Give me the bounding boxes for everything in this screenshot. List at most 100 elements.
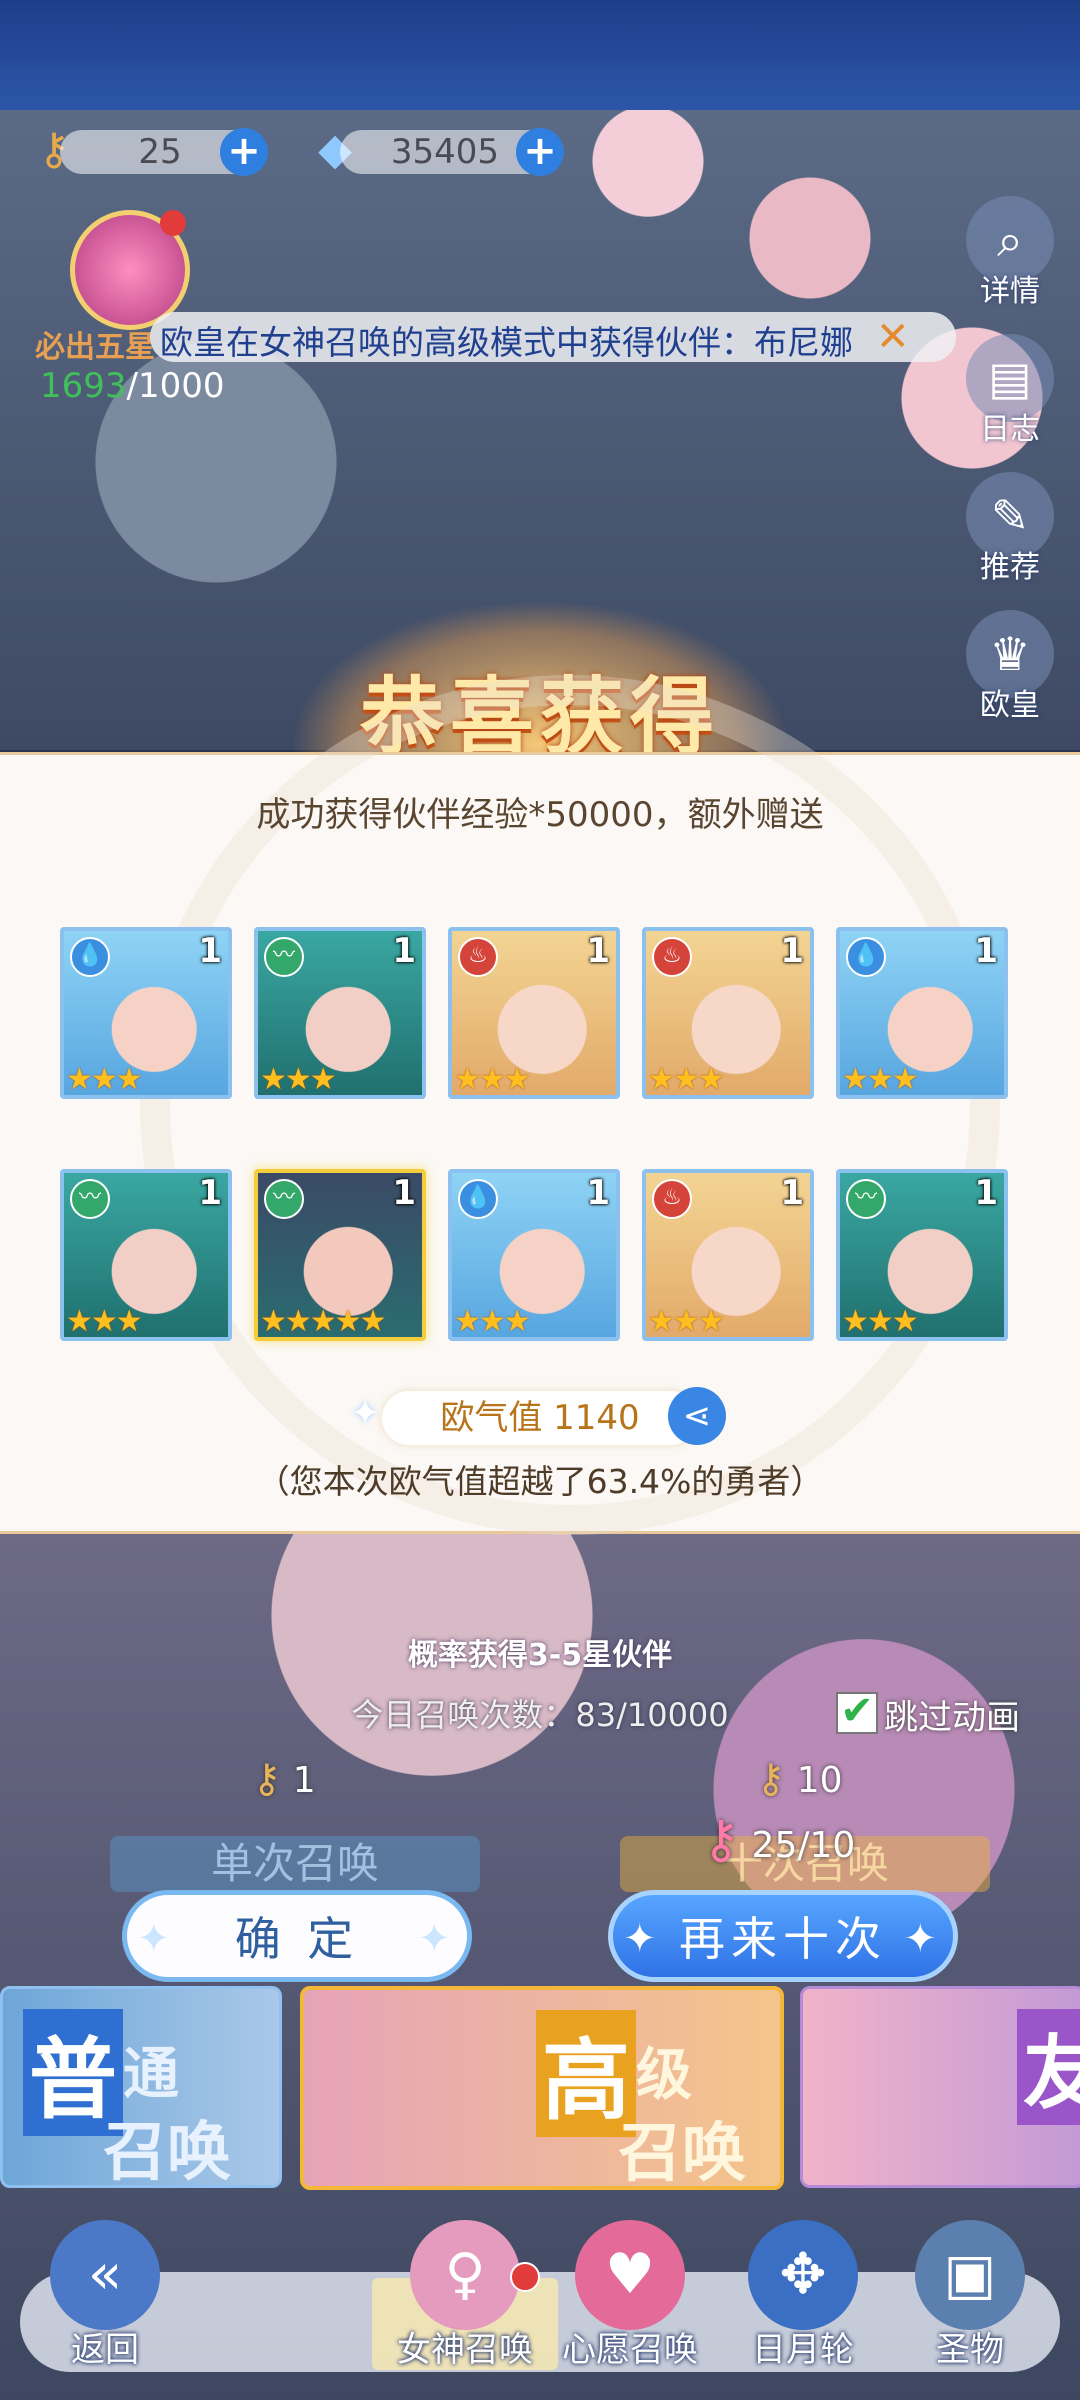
guaranteed-current: 1693 — [40, 366, 127, 406]
star-rating: ★★★ — [454, 1304, 531, 1339]
side-log-button[interactable]: ▤ 日志 — [962, 334, 1058, 448]
star-rating: ★★★ — [66, 1304, 143, 1339]
star-rating: ★★★ — [842, 1062, 919, 1097]
guaranteed-total: /1000 — [126, 366, 225, 406]
reward-card[interactable]: ♨ 1 ★★★ — [448, 927, 620, 1099]
nav-relic-label: 圣物 — [936, 2330, 1004, 2370]
sparkle-icon: ✦ — [623, 1916, 663, 1962]
advanced-summon-char-2: 级 — [636, 2042, 692, 2108]
nav-wish-summon[interactable]: ♥ 心愿召唤 — [540, 2220, 720, 2371]
wheel-icon: ✥ — [748, 2220, 858, 2330]
card-level: 1 — [392, 931, 416, 971]
sparkle-icon: ✦ — [417, 1916, 457, 1962]
nav-notification-dot — [510, 2262, 540, 2292]
marquee-close-icon[interactable]: ✕ — [876, 314, 910, 360]
side-recommend-button[interactable]: ✎ 推荐 — [962, 472, 1058, 586]
nav-sun-moon-wheel[interactable]: ✥ 日月轮 — [728, 2220, 878, 2371]
third-summon-char: 友 — [1017, 2009, 1080, 2125]
star-rating: ★★★ — [260, 1062, 337, 1097]
reward-card[interactable]: 💧 1 ★★★ — [60, 927, 232, 1099]
card-level: 1 — [198, 931, 222, 971]
star-rating: ★★★ — [648, 1304, 725, 1339]
wind-element-icon: 〰 — [70, 1179, 110, 1219]
side-log-label: 日志 — [980, 412, 1040, 447]
reward-card[interactable]: 〰 1 ★★★★★ — [254, 1169, 426, 1341]
nav-sun-moon-wheel-label: 日月轮 — [752, 2330, 854, 2370]
single-summon-label: 单次召唤 — [110, 1836, 480, 1892]
ten-cost: ⚷ 10 — [756, 1756, 843, 1802]
ten-cost-value: 10 — [796, 1760, 843, 1801]
card-level: 1 — [780, 1173, 804, 1213]
star-rating: ★★★ — [648, 1062, 725, 1097]
reward-card[interactable]: 💧 1 ★★★ — [448, 1169, 620, 1341]
star-rating: ★★★ — [842, 1304, 919, 1339]
reward-card[interactable]: 〰 1 ★★★ — [254, 927, 426, 1099]
luck-surpass-text: （您本次欧气值超越了63.4%的勇者） — [256, 1462, 824, 1501]
nav-back-label: 返回 — [71, 2330, 139, 2370]
gain-text: 成功获得伙伴经验*50000，额外赠送 — [256, 795, 824, 835]
notification-dot — [160, 210, 186, 236]
sparkle-icon: ✦ — [350, 1393, 381, 1434]
goddess-portrait-icon: ♀ — [410, 2220, 520, 2330]
normal-summon-char-3: 召唤 — [103, 2115, 231, 2188]
add-crystal-button[interactable]: + — [516, 128, 564, 176]
normal-summon-card[interactable]: 普 通 召唤 — [0, 1986, 282, 2188]
side-details-button[interactable]: ⌕ 详情 — [962, 196, 1058, 310]
confirm-button[interactable]: ✦ 确 定 ✦ — [122, 1890, 472, 1982]
nav-wish-summon-label: 心愿召唤 — [562, 2330, 698, 2370]
reward-card[interactable]: 〰 1 ★★★ — [60, 1169, 232, 1341]
pink-key-icon: ⚷ — [702, 1810, 741, 1870]
normal-summon-char-2: 通 — [123, 2041, 179, 2107]
top-header-band — [0, 0, 1080, 110]
star-rating: ★★★ — [454, 1062, 531, 1097]
sparkle-icon: ✦ — [137, 1916, 177, 1962]
back-arrow-icon: « — [50, 2220, 160, 2330]
ticket-progress-value: 25/10 — [751, 1825, 856, 1866]
card-level: 1 — [586, 931, 610, 971]
guaranteed-progress: 1693/1000 — [40, 366, 225, 406]
star-rating: ★★★ — [66, 1062, 143, 1097]
summon-again-button[interactable]: ✦ 再来十次 ✦ — [608, 1890, 958, 1982]
marquee-text: 欧皇在女神召唤的高级模式中获得伙伴：布尼娜 — [160, 323, 853, 362]
side-recommend-label: 推荐 — [980, 550, 1040, 585]
card-level: 1 — [392, 1173, 416, 1213]
advanced-summon-char-3: 召唤 — [618, 2116, 746, 2190]
reward-card[interactable]: 💧 1 ★★★ — [836, 927, 1008, 1099]
nav-relic[interactable]: ▣ 圣物 — [900, 2220, 1040, 2371]
add-ticket-button[interactable]: + — [220, 128, 268, 176]
luck-label: 欧气值 — [440, 1398, 543, 1438]
card-level: 1 — [974, 1173, 998, 1213]
wind-element-icon: 〰 — [846, 1179, 886, 1219]
star-rating: ★★★★★ — [260, 1304, 386, 1339]
water-element-icon: 💧 — [846, 937, 886, 977]
nav-goddess-summon-label: 女神召唤 — [397, 2330, 533, 2370]
single-cost: ⚷ 1 — [252, 1756, 316, 1802]
fire-element-icon: ♨ — [458, 937, 498, 977]
advanced-summon-card[interactable]: 高 级 召唤 — [300, 1986, 784, 2190]
card-level: 1 — [974, 931, 998, 971]
card-level: 1 — [198, 1173, 222, 1213]
luck-value-pill: 欧气值 1140 — [382, 1391, 698, 1445]
key-icon: ⚷ — [252, 1756, 282, 1802]
reward-card[interactable]: ♨ 1 ★★★ — [642, 1169, 814, 1341]
single-cost-value: 1 — [292, 1760, 316, 1801]
skip-animation-checkbox[interactable]: ✔ — [836, 1691, 878, 1734]
wind-element-icon: 〰 — [264, 937, 304, 977]
nav-back[interactable]: « 返回 — [40, 2220, 170, 2371]
summon-again-label: 再来十次 — [679, 1912, 887, 1966]
confirm-label: 确 定 — [234, 1912, 360, 1966]
nav-goddess-summon[interactable]: ♀ 女神召唤 — [372, 2220, 558, 2371]
card-level: 1 — [780, 931, 804, 971]
share-icon[interactable]: ⋖ — [668, 1387, 726, 1445]
reward-card[interactable]: ♨ 1 ★★★ — [642, 927, 814, 1099]
water-element-icon: 💧 — [70, 937, 110, 977]
reward-card[interactable]: 〰 1 ★★★ — [836, 1169, 1008, 1341]
guaranteed-label: 必出五星 — [35, 330, 155, 365]
skip-animation-label[interactable]: 跳过动画 — [884, 1690, 1020, 1739]
probability-text: 概率获得3-5星伙伴 — [407, 1638, 673, 1673]
sparkle-icon: ✦ — [903, 1916, 943, 1962]
wind-element-icon: 〰 — [264, 1179, 304, 1219]
fire-element-icon: ♨ — [652, 1179, 692, 1219]
luck-value: 1140 — [553, 1398, 640, 1438]
third-summon-card[interactable]: 友 — [800, 1986, 1080, 2188]
